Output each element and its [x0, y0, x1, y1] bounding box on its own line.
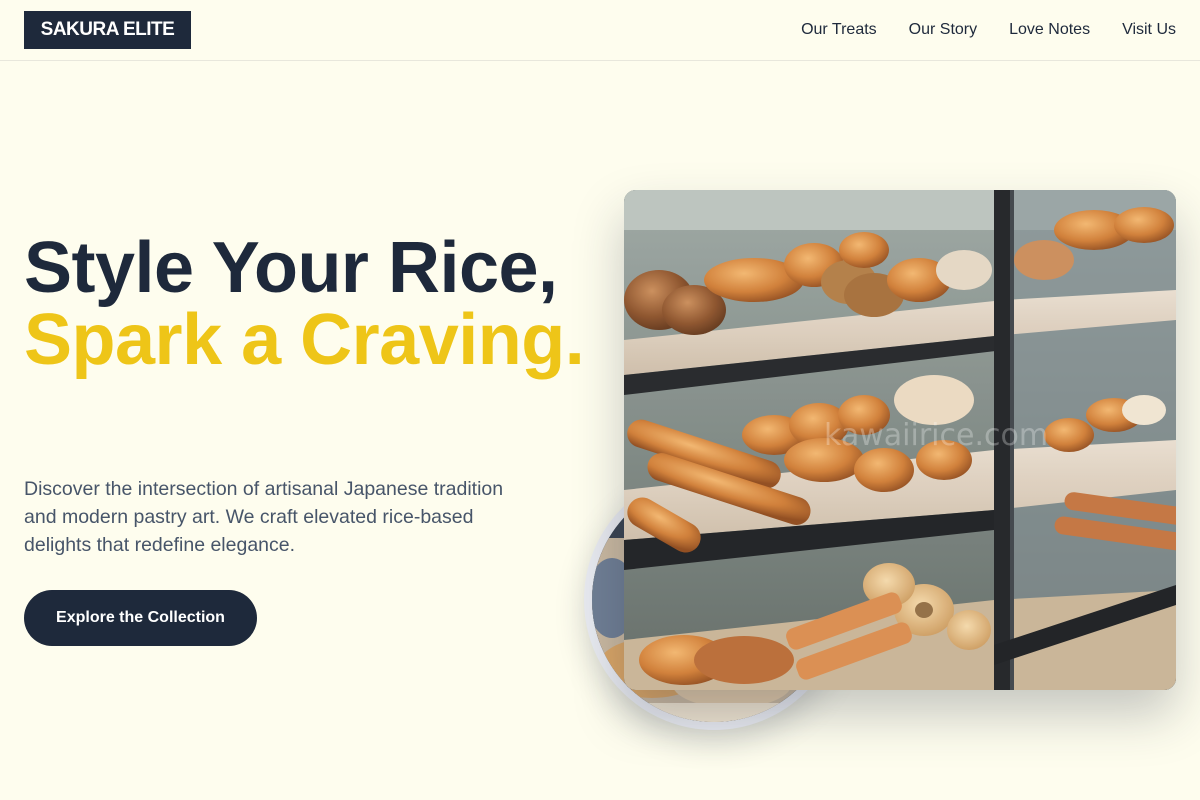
image-watermark: kawaiirice.com: [824, 418, 1048, 453]
nav-link-love-notes[interactable]: Love Notes: [1009, 21, 1090, 39]
nav-link-visit-us[interactable]: Visit Us: [1122, 21, 1176, 39]
site-header: SAKURA ELITE Our Treats Our Story Love N…: [0, 0, 1200, 61]
nav-link-our-treats[interactable]: Our Treats: [801, 21, 877, 39]
hero-title-line-2: Spark a Craving.: [24, 300, 585, 380]
main-nav: Our Treats Our Story Love Notes Visit Us: [801, 0, 1176, 60]
hero-description: Discover the intersection of artisanal J…: [24, 478, 504, 556]
nav-link-our-story[interactable]: Our Story: [909, 21, 977, 39]
logo[interactable]: SAKURA ELITE: [24, 11, 191, 49]
bakery-display-image: kawaiirice.com: [624, 190, 1176, 690]
explore-collection-button[interactable]: Explore the Collection: [24, 590, 257, 646]
hero-title-line-1: Style Your Rice,: [24, 228, 558, 308]
hero-title: Style Your Rice, Spark a Craving.: [24, 232, 594, 376]
